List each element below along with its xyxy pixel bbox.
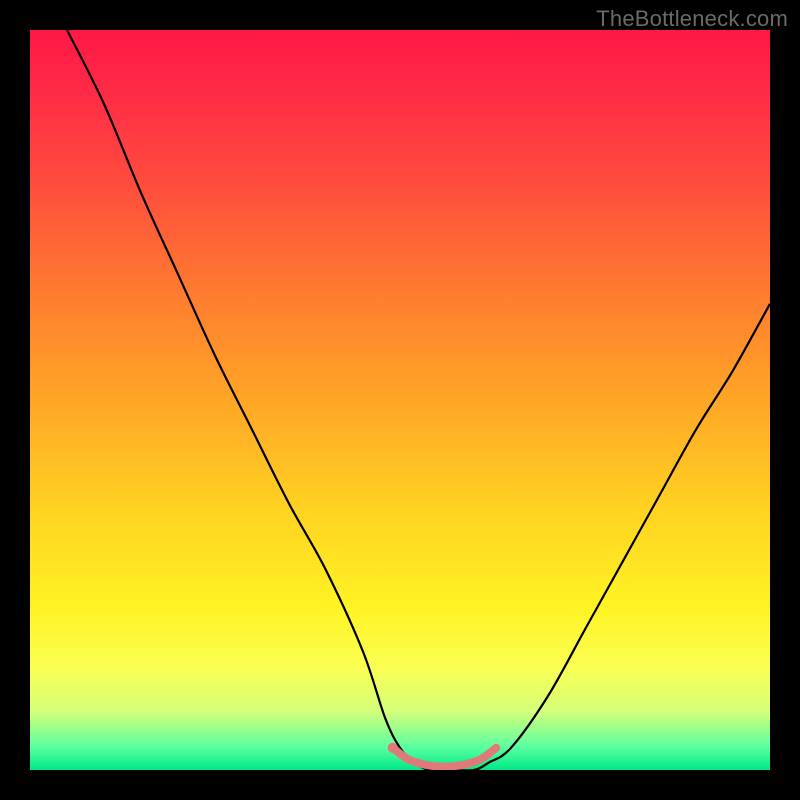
valley-highlight-dot [388, 743, 398, 753]
valley-highlight-path [393, 748, 497, 767]
bottleneck-curve-path [67, 30, 770, 770]
watermark-text: TheBottleneck.com [596, 6, 788, 32]
chart-frame: TheBottleneck.com [0, 0, 800, 800]
curve-layer [30, 30, 770, 770]
plot-area [30, 30, 770, 770]
